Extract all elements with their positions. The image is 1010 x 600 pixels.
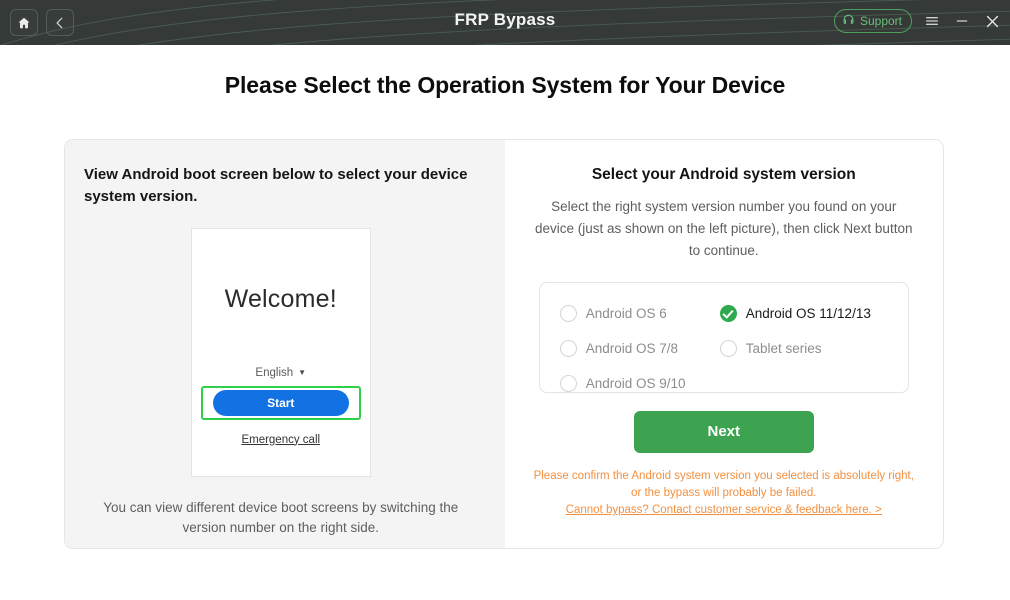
left-panel-title: View Android boot screen below to select… (84, 166, 468, 205)
menu-button[interactable] (922, 9, 942, 33)
customer-service-link[interactable]: Cannot bypass? Contact customer service … (527, 504, 922, 516)
system-version-options: Android OS 6 Android OS 11/12/13 Android O… (538, 281, 909, 393)
option-label: Android OS 11/12/13 (745, 305, 871, 321)
warning-text: Please confirm the Android system versio… (533, 469, 914, 499)
support-button[interactable]: Support (833, 9, 912, 33)
radio-unchecked-icon[interactable] (559, 339, 577, 357)
support-label: Support (859, 14, 902, 28)
boot-start-button[interactable]: Start (212, 389, 349, 416)
option-label: Android OS 7/8 (585, 340, 679, 356)
minimize-icon (954, 13, 970, 29)
option-label: Android OS 6 (585, 305, 667, 321)
option-0[interactable]: Android OS 6 (559, 296, 720, 331)
option-label: Tablet series (745, 340, 822, 356)
page-title: Please Select the Operation System for Y… (224, 72, 786, 98)
close-icon (984, 13, 1001, 30)
titlebar-right-controls: Support (833, 9, 1002, 33)
minimize-button[interactable] (952, 9, 972, 33)
left-panel: View Android boot screen below to select… (65, 140, 505, 548)
headset-icon (842, 13, 855, 29)
start-button-highlight: Start (200, 385, 361, 420)
radio-unchecked-icon[interactable] (559, 374, 577, 392)
device-boot-screen-preview: Welcome! English ▼ Start Emergency call (190, 227, 371, 477)
right-panel-title: Select your Android system version (591, 166, 856, 183)
right-panel-description: Select the right system version number y… (535, 199, 913, 258)
close-button[interactable] (982, 9, 1002, 33)
boot-language-label: English (255, 366, 294, 379)
option-1[interactable]: Android OS 11/12/13 (719, 296, 905, 331)
content-card: View Android boot screen below to select… (64, 139, 944, 549)
next-button[interactable]: Next (633, 410, 814, 453)
radio-unchecked-icon[interactable] (559, 304, 577, 322)
boot-emergency-call-link[interactable]: Emergency call (192, 434, 370, 446)
options-grid: Android OS 6 Android OS 11/12/13 Android O… (559, 296, 908, 401)
boot-language-selector[interactable]: English ▼ (192, 367, 370, 379)
option-3[interactable]: Tablet series (719, 331, 905, 366)
right-panel: Select your Android system version Selec… (504, 140, 943, 548)
title-bar: FRP Bypass Support (0, 0, 1010, 45)
radio-checked-icon[interactable] (719, 304, 737, 322)
left-panel-caption: You can view different device boot scree… (103, 499, 459, 536)
radio-unchecked-icon[interactable] (719, 339, 737, 357)
option-4[interactable]: Android OS 9/10 (559, 366, 720, 401)
option-label: Android OS 9/10 (585, 375, 686, 391)
chevron-down-icon: ▼ (298, 367, 307, 377)
hamburger-menu-icon (924, 13, 940, 29)
option-2[interactable]: Android OS 7/8 (559, 331, 720, 366)
boot-welcome-text: Welcome! (224, 284, 337, 313)
